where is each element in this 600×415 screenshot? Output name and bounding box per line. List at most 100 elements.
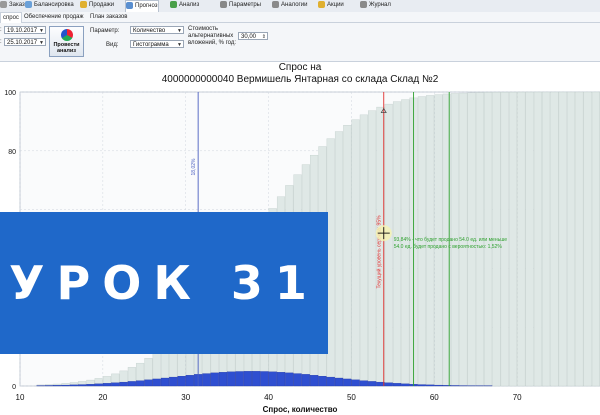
density-bar [61, 384, 70, 387]
chart-title-line2: 4000000000040 Вермишель Янтарная со скла… [162, 74, 439, 85]
run-analysis-button[interactable]: Провести анализ [49, 26, 84, 57]
analysis-icon [60, 29, 73, 41]
tab-analogs[interactable]: Аналогии [272, 0, 307, 11]
cumulative-bar [326, 138, 335, 387]
tab-label: Аналогии [281, 2, 308, 8]
toolbar: : 19.10.2017 ▼ : 25.10.2017 ▼ Провести ана… [0, 23, 600, 62]
view-select[interactable]: Гистограмма ▼ [130, 40, 184, 48]
density-bar [102, 383, 112, 387]
view-value: Гистограмма [133, 42, 169, 48]
y-tick-label: 80 [8, 149, 16, 156]
cumulative-bar [384, 103, 393, 387]
chevron-down-icon: ▼ [39, 28, 44, 34]
density-bar [401, 383, 410, 387]
density-bar [376, 381, 385, 387]
density-bar [53, 385, 62, 387]
cumulative-bar [334, 131, 344, 387]
tab-params[interactable]: Параметры [220, 0, 261, 11]
cumulative-bar [591, 91, 600, 387]
subtab-1[interactable]: Обеспечение продаж [22, 12, 86, 22]
density-bar [426, 384, 435, 387]
tab-order[interactable]: Заказ [0, 0, 25, 11]
density-bar [160, 377, 170, 387]
marker-label: 18,02% [191, 158, 197, 176]
date-to-value: 25.10.2017 [7, 40, 38, 46]
params-icon [220, 0, 227, 8]
density-bar [252, 371, 261, 387]
cumulative-bar [343, 125, 352, 387]
density-bar [434, 384, 443, 387]
x-tick-label: 50 [347, 393, 356, 402]
density-bar [169, 376, 178, 387]
chevron-down-icon: ▼ [177, 42, 182, 48]
cumulative-bar [583, 91, 592, 387]
cumulative-bar [550, 91, 559, 387]
density-bar [268, 371, 277, 387]
alt-cost-input[interactable]: 30,00 ⇕ [238, 32, 268, 40]
x-tick-label: 30 [181, 393, 190, 402]
density-bar [334, 377, 344, 387]
density-bar [218, 372, 228, 387]
param-select[interactable]: Количество ▼ [130, 26, 184, 34]
tab-analysis[interactable]: Анализ [170, 0, 199, 11]
density-bar [78, 384, 87, 387]
param-label: Параметр: [90, 28, 120, 34]
density-bar [127, 381, 136, 387]
tab-balance[interactable]: Балансировка [25, 0, 74, 11]
density-bar [44, 385, 54, 387]
tab-label: Продажи [89, 2, 115, 8]
x-tick-label: 20 [98, 393, 107, 402]
cumulative-bar [533, 91, 542, 387]
tab-journal[interactable]: Журнал [360, 0, 391, 11]
journal-icon [360, 0, 367, 8]
subtab-0[interactable]: спрос [0, 12, 22, 23]
density-bar [351, 379, 360, 387]
density-bar [384, 382, 393, 387]
density-bar [136, 380, 145, 387]
date-to-field[interactable]: 25.10.2017 ▼ [4, 38, 46, 46]
density-bar [417, 384, 426, 387]
run-analysis-label-2: анализ [56, 48, 77, 54]
density-bar [343, 378, 352, 387]
cumulative-bar [517, 91, 526, 387]
date-from-value: 19.10.2017 [7, 28, 38, 34]
cumulative-bar [359, 114, 368, 387]
chevron-down-icon: ▼ [39, 40, 44, 46]
density-bar [310, 375, 319, 387]
tab-promo[interactable]: Акции [318, 0, 344, 11]
cumulative-bar [575, 91, 584, 387]
lesson-banner: УРОК 31 [0, 212, 328, 354]
date-to-label: : [0, 39, 2, 45]
density-bar [293, 373, 302, 387]
sales-icon [80, 0, 87, 8]
density-bar [276, 372, 286, 387]
alt-cost-label-3: вложений, % год: [188, 40, 237, 46]
annotation-text: 54.0 ед. будет продано с вероятностью: 1… [394, 244, 503, 250]
density-bar [318, 375, 327, 387]
tab-sales[interactable]: Продажи [80, 0, 114, 11]
spinner-icon: ⇕ [261, 34, 266, 40]
date-from-field[interactable]: 19.10.2017 ▼ [4, 26, 46, 34]
sub-tab-bar: спрос Обеспечение продаж План заказов [0, 12, 600, 23]
tab-label: Параметры [229, 2, 261, 8]
density-bar [227, 371, 236, 387]
cumulative-bar [525, 91, 534, 387]
density-bar [450, 385, 460, 387]
x-tick-label: 10 [16, 393, 25, 402]
density-bar [69, 384, 78, 387]
density-bar [202, 373, 211, 387]
density-bar [119, 381, 128, 387]
x-tick-label: 60 [430, 393, 439, 402]
density-bar [144, 379, 153, 387]
density-bar [86, 384, 95, 387]
cumulative-bar [542, 91, 551, 387]
tab-label: Акции [327, 2, 344, 8]
y-tick-label: 0 [12, 384, 16, 391]
tab-label: Прогноз [135, 3, 158, 9]
y-tick-label: 100 [4, 90, 16, 97]
alt-cost-label-2: альтернативных [188, 33, 234, 39]
forecast-icon [126, 1, 133, 9]
density-bar [368, 381, 377, 387]
subtab-2[interactable]: План заказов [88, 12, 129, 22]
annotation-text: 93,84% - что будет продано 54.0 ед. или … [394, 237, 507, 243]
